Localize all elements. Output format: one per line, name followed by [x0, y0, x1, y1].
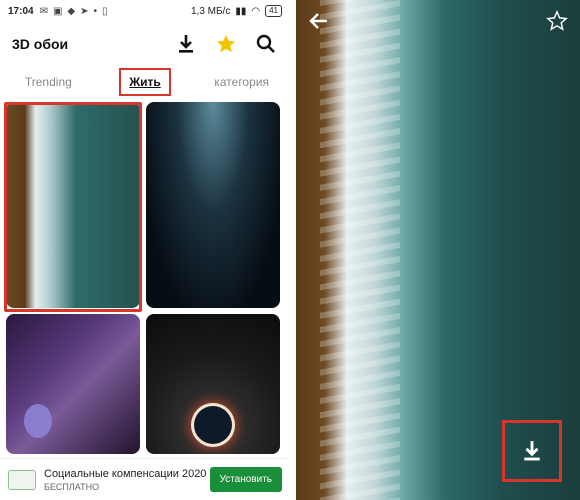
trash-icon: ▯: [102, 5, 108, 17]
download-wallpaper-button[interactable]: [502, 420, 562, 482]
tab-trending[interactable]: Trending: [0, 75, 97, 89]
wallpaper-tile-purple-abstract[interactable]: [6, 314, 140, 454]
mail-icon: ✉: [39, 5, 48, 17]
status-time: 17:04: [8, 5, 34, 17]
ad-banner: Социальные компенсации 2020 БЕСПЛАТНО Ус…: [0, 458, 290, 500]
app-title: 3D обои: [12, 36, 69, 52]
star-outline-icon[interactable]: [546, 10, 570, 34]
signal-icon: ▮▮: [235, 5, 247, 17]
notification-icons: ✉ ▣ ◆ ➤ • ▯: [40, 6, 108, 17]
image-icon: ▣: [52, 5, 63, 17]
wallpaper-tile-eclipse[interactable]: [146, 314, 280, 454]
tab-live[interactable]: Жить: [97, 68, 194, 96]
shield-icon: ◆: [67, 5, 76, 17]
ad-subtitle: БЕСПЛАТНО: [44, 481, 100, 492]
network-speed: 1,3 МБ/с: [190, 5, 231, 17]
wallpaper-preview-screen: [296, 0, 580, 500]
ad-logo: [8, 469, 36, 490]
eclipse-ring: [194, 406, 232, 444]
status-bar: 17:04 ✉ ▣ ◆ ➤ • ▯ 1,3 МБ/с ▮▮ ◠ 41: [0, 0, 290, 22]
search-icon[interactable]: [254, 32, 278, 56]
download-icon: [524, 441, 540, 461]
ad-title: Социальные компенсации 2020: [44, 467, 207, 480]
wifi-icon: ◠: [251, 5, 261, 17]
send-icon: ➤: [80, 5, 89, 17]
more-icon: •: [93, 5, 98, 17]
download-icon[interactable]: [174, 32, 198, 56]
purple-orb: [24, 404, 52, 438]
wallpaper-tile-ocean-shore[interactable]: [6, 102, 140, 308]
wallpaper-tile-dark-lines[interactable]: [146, 102, 280, 308]
surf-texture: [320, 0, 400, 500]
tab-category[interactable]: категория: [193, 75, 290, 89]
star-icon[interactable]: [214, 32, 238, 56]
install-button[interactable]: Установить: [209, 467, 282, 492]
wallpaper-grid: [4, 102, 280, 454]
arrow-left-icon[interactable]: [308, 10, 332, 34]
app-bar: 3D обои: [0, 24, 290, 64]
app-screen-list: 17:04 ✉ ▣ ◆ ➤ • ▯ 1,3 МБ/с ▮▮ ◠ 41 3D об…: [0, 0, 290, 500]
battery-indicator: 41: [265, 5, 282, 17]
category-tabs: Trending Жить категория: [0, 66, 290, 98]
